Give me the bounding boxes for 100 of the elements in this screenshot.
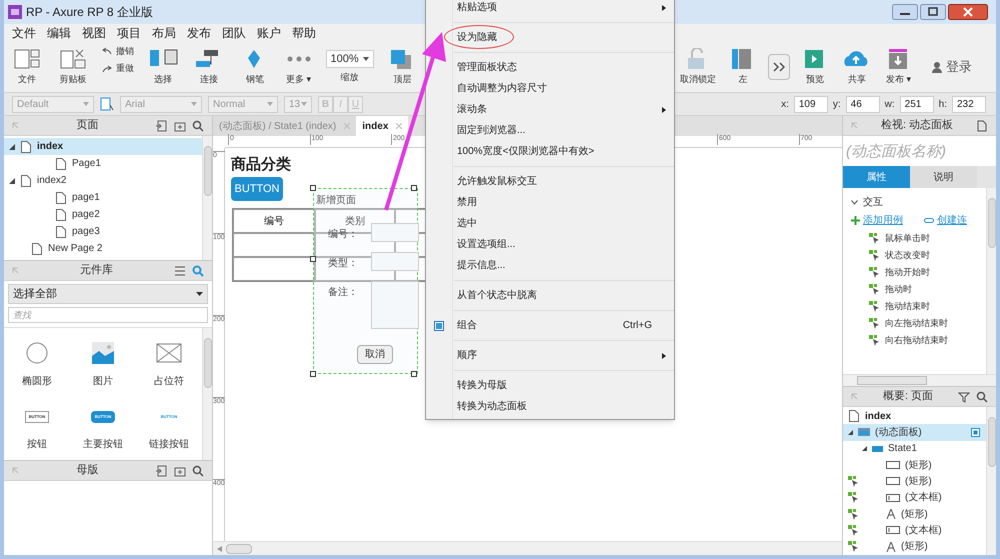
menu-item[interactable]: 允许触发鼠标交互 [426,171,674,192]
resize-handle[interactable] [310,371,316,377]
resize-handle[interactable] [411,185,417,191]
close-icon [948,4,988,20]
login-button[interactable]: 登录 [932,57,972,77]
inspector-tab[interactable]: 属性 [843,166,910,188]
menu-item[interactable]: 布局 [152,24,176,42]
outline-item[interactable]: (文本框) [843,490,986,506]
scrollbar-thumb[interactable] [204,146,212,196]
menu-item[interactable]: 禁用 [426,192,674,213]
menu-item[interactable]: 帮助 [292,24,316,42]
outline-item[interactable]: (矩形) [843,506,986,522]
page-tree-item[interactable]: page3 [4,223,202,240]
input-field[interactable] [371,223,419,242]
interaction-icon [869,233,879,244]
menu-item[interactable]: 设置选项组... [426,234,674,255]
outline-item[interactable]: (动态面板) [843,424,986,441]
scrollbar-thumb[interactable] [857,376,927,385]
pen-tool-button[interactable]: 钢笔 [238,48,272,86]
create-link-link[interactable]: 创建连 [937,212,967,228]
input-field[interactable] [371,252,419,271]
resize-handle[interactable] [310,256,316,262]
menu-item[interactable]: 视图 [82,24,106,42]
library-widget[interactable]: 占位符 [136,342,202,389]
expand-button[interactable] [768,54,790,80]
align-left-tool-button[interactable]: 左 [726,48,760,86]
redo-button[interactable]: 重做 [102,62,134,76]
menu-item[interactable]: 账户 [257,24,281,42]
event-item[interactable]: 拖动结束时 [843,298,986,315]
coordinate-field[interactable]: 109 [794,96,828,112]
coordinate-field[interactable]: 232 [952,96,986,112]
event-item[interactable]: 向左拖动结束时 [843,315,986,332]
menu-item[interactable]: 顺序 [426,345,674,366]
preview-tool-button[interactable]: 预览 [798,48,832,86]
menu-item[interactable]: 转换为母版 [426,375,674,396]
undo-button[interactable]: 撤销 [102,44,134,58]
menu-item[interactable]: 从首个状态中脱离 [426,285,674,306]
zoom-dropdown[interactable]: 100% [326,50,374,68]
unlock-tool-button[interactable]: 取消锁定 [678,48,718,86]
event-item[interactable]: 向右拖动结束时 [843,332,986,349]
page-tree-item[interactable]: page2 [4,206,202,223]
menu-item[interactable]: 发布 [187,24,211,42]
page-tree-item[interactable]: index2 [4,172,202,189]
menu-item[interactable]: 组合 Ctrl+G [426,315,674,336]
scrollbar-thumb[interactable] [988,417,996,467]
document-tab[interactable]: index [356,116,408,136]
scrollbar-thumb[interactable] [988,198,996,248]
page-tree-item[interactable]: index [4,138,202,155]
menu-item[interactable]: 选中 [426,213,674,234]
select-tool-button[interactable]: 选择 [146,48,180,86]
menu-item[interactable]: 滚动条 [426,99,674,120]
connect-tool-button[interactable]: 连接 [192,48,226,86]
page-tree-item[interactable]: New Page 2 [4,240,202,257]
menu-item[interactable]: 粘贴选项 [426,0,674,18]
event-item[interactable]: 鼠标单击时 [843,230,986,247]
event-item[interactable]: 状态改变时 [843,247,986,264]
menu-item[interactable]: 提示信息... [426,255,674,276]
section-header[interactable]: 交互 [843,194,986,210]
library-widget[interactable]: 图片 [70,342,136,389]
window-title: RP - Axure RP 8 企业版 [26,4,153,21]
publish-tool-button[interactable]: 发布 ▾ [882,48,916,86]
text-icon [886,542,896,552]
inspector-tab[interactable]: 说明 [910,166,977,188]
outline-item[interactable]: (文本框) [843,522,986,539]
front-tool-button[interactable]: 顶层 [386,48,420,86]
scrollbar-thumb[interactable] [226,544,252,554]
page-tree-item[interactable]: Page1 [4,155,202,172]
menu-item[interactable]: 转换为动态面板 [426,396,674,417]
menu-item[interactable]: 设为隐藏 [426,27,674,48]
menu-item[interactable]: 项目 [117,24,141,42]
coordinate-field[interactable]: 251 [900,96,934,112]
menu-item[interactable]: 编辑 [47,24,71,42]
event-item[interactable]: 拖动时 [843,281,986,298]
event-item[interactable]: 拖动开始时 [843,264,986,281]
library-widget[interactable]: 椭圆形 [4,342,70,389]
file-icon [12,48,42,70]
caret-icon [267,102,273,106]
menu-item[interactable]: 文件 [12,24,36,42]
more-tool-button[interactable]: 更多 ▾ [284,48,314,86]
resize-handle[interactable] [411,371,417,377]
menu-item[interactable]: 团队 [222,24,246,42]
coordinate-field[interactable]: 46 [846,96,880,112]
resize-handle[interactable] [310,185,316,191]
library-dropdown[interactable]: 选择全部 [8,284,208,304]
page-tree-item[interactable]: page1 [4,189,202,206]
file-tool-button[interactable]: 文件 [10,48,44,86]
outline-item[interactable]: State1 [843,440,986,457]
outline-item[interactable]: (矩形) [843,456,986,474]
clipboard-tool-button[interactable]: 剪贴板 [56,48,90,86]
page-icon [55,224,67,238]
scrollbar-thumb[interactable] [204,338,212,388]
share-tool-button[interactable]: 共享 [840,48,874,86]
search-field[interactable]: 查找 [8,307,208,323]
outline-item[interactable]: (矩形) [843,538,986,555]
outline-item[interactable]: index [843,408,986,424]
menu-item[interactable]: 自动调整为内容尺寸 [426,78,674,99]
add-case-link[interactable]: 添加用例 [863,212,903,228]
outline-item[interactable]: (矩形) [843,473,986,490]
menu-item[interactable]: 管理面板状态 [426,57,674,78]
textarea-field[interactable] [371,281,419,329]
